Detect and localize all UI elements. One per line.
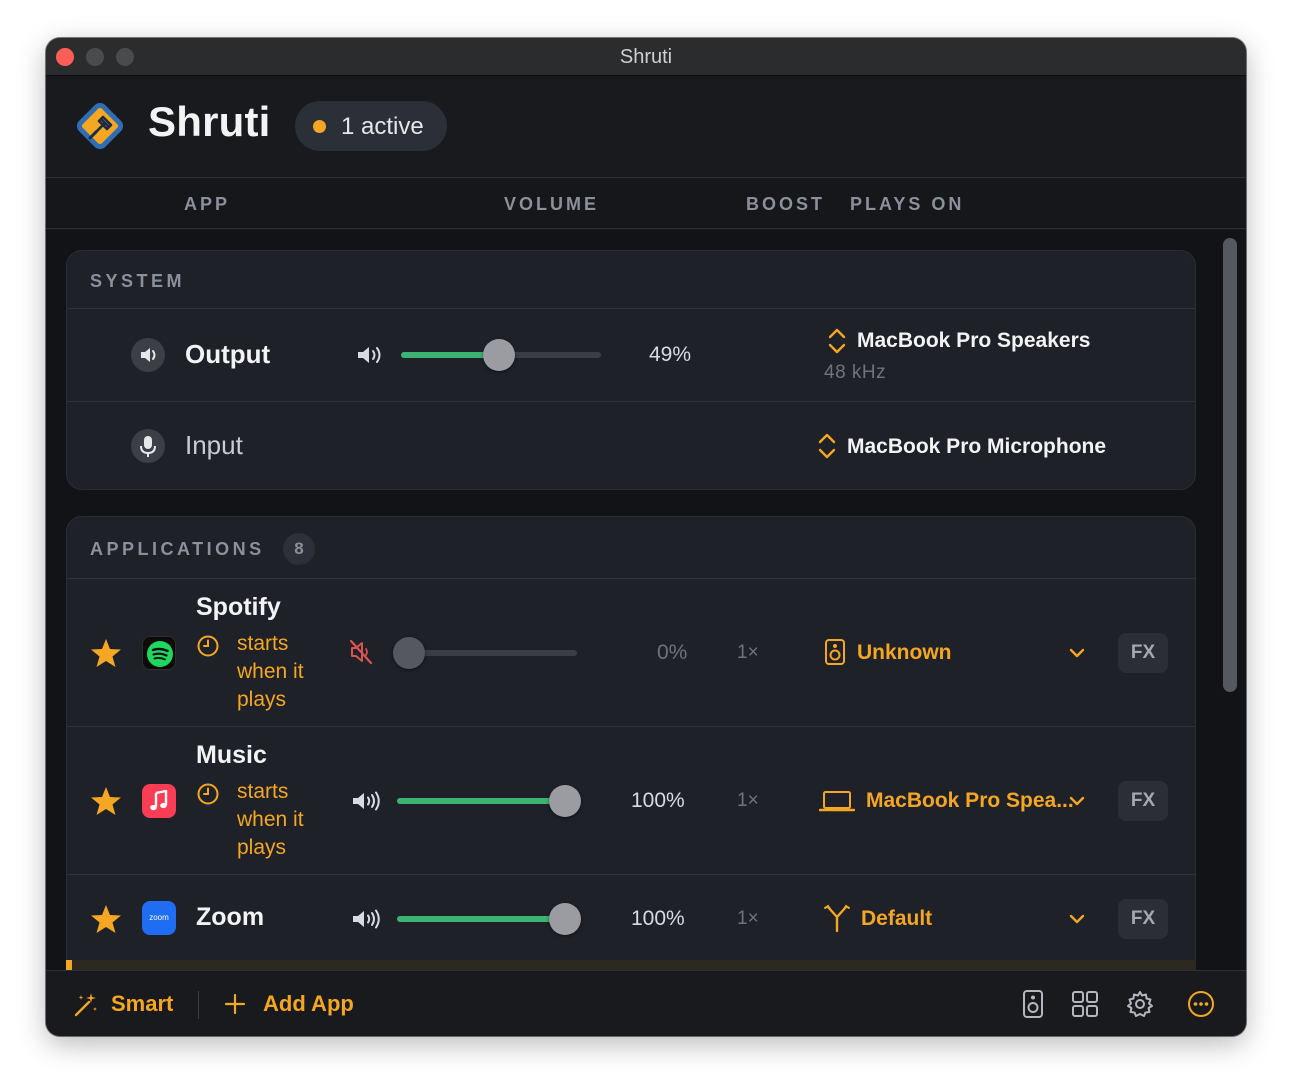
- app-boost-value[interactable]: 1×: [737, 642, 759, 664]
- app-title: Shruti: [148, 98, 271, 145]
- magic-wand-icon[interactable]: [72, 991, 100, 1019]
- device-dropdown-chevron-icon[interactable]: [1067, 791, 1087, 811]
- footer-separator: [198, 991, 199, 1019]
- system-input-row: Input MacBook Pro Microphone: [67, 402, 1195, 489]
- volume-speaker-icon[interactable]: [351, 907, 385, 931]
- system-card-header: SYSTEM: [67, 251, 1195, 309]
- scrollbar-thumb[interactable]: [1223, 238, 1237, 692]
- next-row-highlight: [66, 960, 1196, 970]
- system-output-row: Output 49% MacBook Pro Speakers 48 kHz: [67, 309, 1195, 401]
- muted-speaker-icon[interactable]: [349, 639, 375, 665]
- footer-toolbar: Smart Add App: [46, 970, 1246, 1036]
- app-volume-slider[interactable]: [397, 903, 581, 935]
- main-content: SYSTEM Output 49% MacBook Pro Speakers 4…: [46, 230, 1246, 970]
- system-card: SYSTEM Output 49% MacBook Pro Speakers 4…: [66, 250, 1196, 490]
- input-device-chevron-icon[interactable]: [817, 432, 837, 460]
- app-boost-value[interactable]: 1×: [737, 790, 759, 812]
- app-volume-slider[interactable]: [397, 785, 581, 817]
- more-options-icon[interactable]: [1187, 990, 1215, 1018]
- section-label-applications: APPLICATIONS: [90, 539, 265, 559]
- applications-count-badge: 8: [283, 533, 315, 565]
- close-window-button[interactable]: [56, 48, 74, 66]
- output-device-name[interactable]: MacBook Pro Speakers: [857, 329, 1090, 353]
- app-name: Music: [196, 741, 267, 769]
- app-header: Shruti 1 active: [46, 76, 1246, 178]
- add-icon[interactable]: [222, 991, 248, 1017]
- column-header-volume[interactable]: VOLUME: [504, 194, 599, 215]
- app-window: Shruti Shruti 1 active APP VOLUME BOOST …: [46, 38, 1246, 1036]
- output-label: Output: [185, 339, 271, 369]
- favorite-star-icon[interactable]: [90, 903, 122, 935]
- add-app-button[interactable]: Add App: [263, 991, 354, 1017]
- section-label-system: SYSTEM: [90, 271, 186, 291]
- volume-speaker-icon[interactable]: [351, 789, 385, 813]
- app-name: Spotify: [196, 593, 281, 621]
- column-header-plays-on[interactable]: PLAYS ON: [850, 194, 964, 215]
- smart-button[interactable]: Smart: [111, 991, 173, 1017]
- clock-icon: [196, 782, 220, 806]
- input-label: Input: [185, 430, 243, 460]
- music-app-icon: [142, 784, 176, 818]
- default-route-icon: [823, 903, 851, 933]
- speaker-devices-icon[interactable]: [1019, 990, 1047, 1018]
- device-dropdown-chevron-icon[interactable]: [1067, 643, 1087, 663]
- app-row-music: Music starts when it plays 100% 1× MacBo…: [67, 727, 1195, 874]
- app-row-spotify: Spotify starts when it plays 0% 1× Unkno…: [67, 579, 1195, 726]
- column-header-boost[interactable]: BOOST: [746, 194, 825, 215]
- active-status-text: 1 active: [341, 113, 424, 140]
- app-volume-knob[interactable]: [549, 785, 581, 817]
- applications-card-header: APPLICATIONS 8: [67, 517, 1195, 579]
- output-speaker-icon: [131, 338, 165, 372]
- laptop-device-icon: [819, 789, 855, 813]
- app-volume-knob[interactable]: [549, 903, 581, 935]
- active-status-badge[interactable]: 1 active: [295, 101, 447, 151]
- column-header-app[interactable]: APP: [184, 194, 230, 215]
- app-volume-value: 0%: [657, 641, 688, 664]
- input-microphone-icon: [131, 429, 165, 463]
- device-dropdown-chevron-icon[interactable]: [1067, 909, 1087, 929]
- gear-icon[interactable]: [1126, 990, 1154, 1018]
- fx-button[interactable]: FX: [1118, 781, 1168, 821]
- maximize-window-button[interactable]: [116, 48, 134, 66]
- favorite-star-icon[interactable]: [90, 637, 122, 669]
- active-dot-icon: [313, 120, 326, 133]
- fx-button[interactable]: FX: [1118, 633, 1168, 673]
- app-device-name[interactable]: Unknown: [857, 641, 952, 665]
- app-volume-knob[interactable]: [393, 637, 425, 669]
- shruti-logo-icon: [74, 100, 126, 152]
- minimize-window-button[interactable]: [86, 48, 104, 66]
- starts-when-plays-label: starts when it plays: [237, 632, 304, 711]
- output-volume-icon[interactable]: [355, 343, 385, 367]
- favorite-star-icon[interactable]: [90, 785, 122, 817]
- grid-view-icon[interactable]: [1071, 990, 1099, 1018]
- app-volume-slider[interactable]: [393, 637, 577, 669]
- output-volume-slider[interactable]: [401, 339, 601, 371]
- app-volume-value: 100%: [631, 907, 685, 930]
- column-headers: APP VOLUME BOOST PLAYS ON: [46, 179, 1246, 229]
- speaker-device-icon: [823, 638, 847, 666]
- starts-when-plays-label: starts when it plays: [237, 780, 304, 859]
- fx-button[interactable]: FX: [1118, 899, 1168, 939]
- app-name: Zoom: [196, 903, 265, 931]
- output-sample-rate: 48 kHz: [824, 362, 887, 383]
- output-device-chevron-icon[interactable]: [827, 327, 847, 355]
- app-boost-value[interactable]: 1×: [737, 908, 759, 930]
- title-bar: Shruti: [46, 38, 1246, 76]
- app-device-name[interactable]: MacBook Pro Spea...: [866, 789, 1074, 813]
- clock-icon: [196, 634, 220, 658]
- output-volume-value: 49%: [649, 343, 692, 366]
- window-title: Shruti: [619, 46, 673, 68]
- output-volume-knob[interactable]: [483, 339, 515, 371]
- applications-card: APPLICATIONS 8 Spotify starts when it pl…: [66, 516, 1196, 970]
- app-device-name[interactable]: Default: [861, 907, 932, 931]
- app-row-zoom: zoom Zoom 100% 1× Default FX: [67, 875, 1195, 965]
- input-device-name[interactable]: MacBook Pro Microphone: [847, 435, 1106, 459]
- zoom-app-icon: zoom: [142, 901, 176, 935]
- app-volume-value: 100%: [631, 789, 685, 812]
- spotify-app-icon: [142, 636, 176, 670]
